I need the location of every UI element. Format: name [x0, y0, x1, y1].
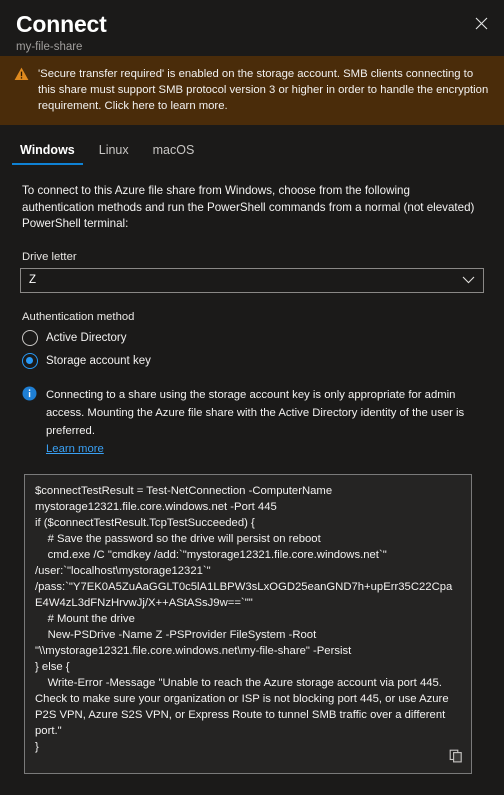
- auth-method-label: Authentication method: [22, 310, 135, 323]
- radio-icon-checked: [22, 352, 38, 369]
- warning-text: 'Secure transfer required' is enabled on…: [38, 68, 489, 112]
- radio-option-storage-account-key[interactable]: Storage account key: [22, 352, 486, 369]
- panel-body: To connect to this Azure file share from…: [0, 165, 504, 774]
- authentication-method-field: Authentication method Active Directory S…: [22, 311, 486, 369]
- secure-transfer-warning-banner: 'Secure transfer required' is enabled on…: [0, 56, 504, 125]
- radio-label-active-directory: Active Directory: [46, 331, 127, 344]
- tab-linux[interactable]: Linux: [87, 137, 141, 165]
- os-tabs: Windows Linux macOS: [0, 125, 504, 165]
- tab-windows[interactable]: Windows: [8, 137, 87, 165]
- page-title: Connect: [16, 11, 107, 37]
- learn-more-link[interactable]: Learn more: [46, 443, 104, 455]
- info-circle-icon: [22, 386, 37, 406]
- tab-macos[interactable]: macOS: [141, 137, 207, 165]
- warning-triangle-icon: [14, 67, 29, 86]
- copy-icon: [449, 749, 463, 766]
- close-button[interactable]: [466, 8, 496, 38]
- drive-letter-select-wrap: Z: [20, 267, 484, 293]
- radio-icon-unchecked: [22, 329, 38, 346]
- copy-button[interactable]: [445, 747, 467, 769]
- radio-label-storage-account-key: Storage account key: [46, 354, 151, 367]
- code-content[interactable]: $connectTestResult = Test-NetConnection …: [25, 475, 471, 773]
- close-icon: [475, 17, 488, 30]
- drive-letter-field: Drive letter Z: [20, 250, 486, 293]
- page-subtitle: my-file-share: [16, 41, 83, 53]
- intro-text: To connect to this Azure file share from…: [22, 184, 475, 230]
- drive-letter-label: Drive letter: [22, 250, 77, 263]
- radio-option-active-directory[interactable]: Active Directory: [22, 329, 486, 346]
- powershell-code-block: $connectTestResult = Test-NetConnection …: [24, 473, 472, 774]
- connect-panel: Connect my-file-share 'Secure transfer r…: [0, 0, 504, 795]
- info-text: Connecting to a share using the storage …: [46, 388, 465, 437]
- drive-letter-select[interactable]: Z: [20, 267, 484, 293]
- storage-key-info-box: Connecting to a share using the storage …: [22, 385, 486, 457]
- info-text-wrap: Connecting to a share using the storage …: [46, 385, 472, 457]
- panel-header: Connect my-file-share: [0, 0, 504, 56]
